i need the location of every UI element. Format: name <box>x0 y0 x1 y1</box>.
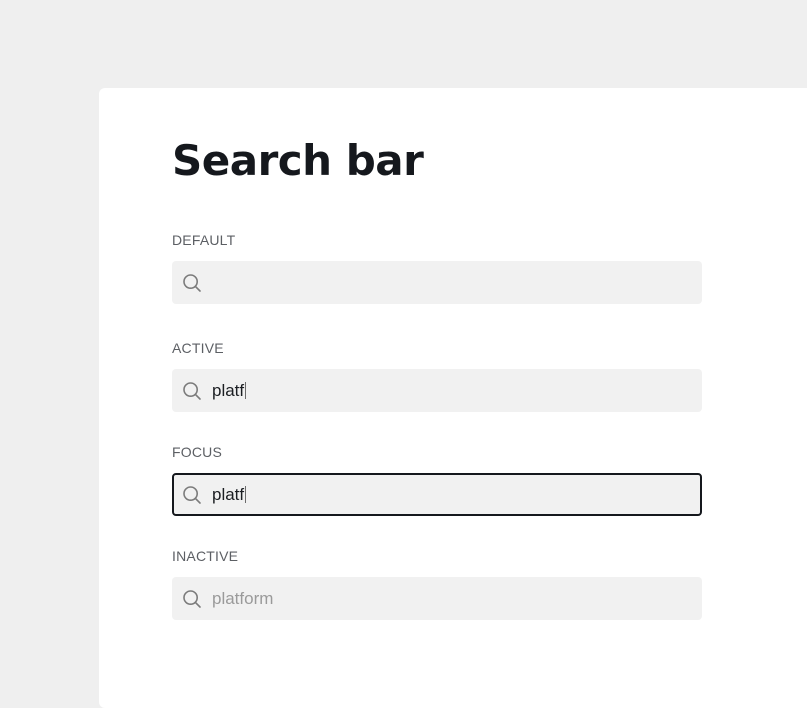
inactive-search-input[interactable]: platform <box>172 577 702 620</box>
inactive-section-label: INACTIVE <box>172 548 239 564</box>
search-icon <box>183 274 201 292</box>
focus-search-input[interactable]: platf <box>172 473 702 516</box>
focus-search-value: platf <box>212 485 245 504</box>
focus-section-label: FOCUS <box>172 444 222 460</box>
default-search-input[interactable] <box>172 261 702 304</box>
text-caret <box>245 486 247 503</box>
focus-search-text: platf <box>212 485 247 505</box>
page-title: Search bar <box>172 136 424 185</box>
search-icon <box>183 590 201 608</box>
text-caret <box>245 382 247 399</box>
default-section-label: DEFAULT <box>172 232 236 248</box>
search-icon <box>183 486 201 504</box>
search-bar-showcase-card: Search bar DEFAULT ACTIVE platf FOCUS pl… <box>99 88 807 708</box>
search-icon <box>183 382 201 400</box>
active-search-text: platf <box>212 381 247 401</box>
active-search-input[interactable]: platf <box>172 369 702 412</box>
active-search-value: platf <box>212 381 245 400</box>
inactive-search-value: platform <box>212 589 274 608</box>
active-section-label: ACTIVE <box>172 340 224 356</box>
